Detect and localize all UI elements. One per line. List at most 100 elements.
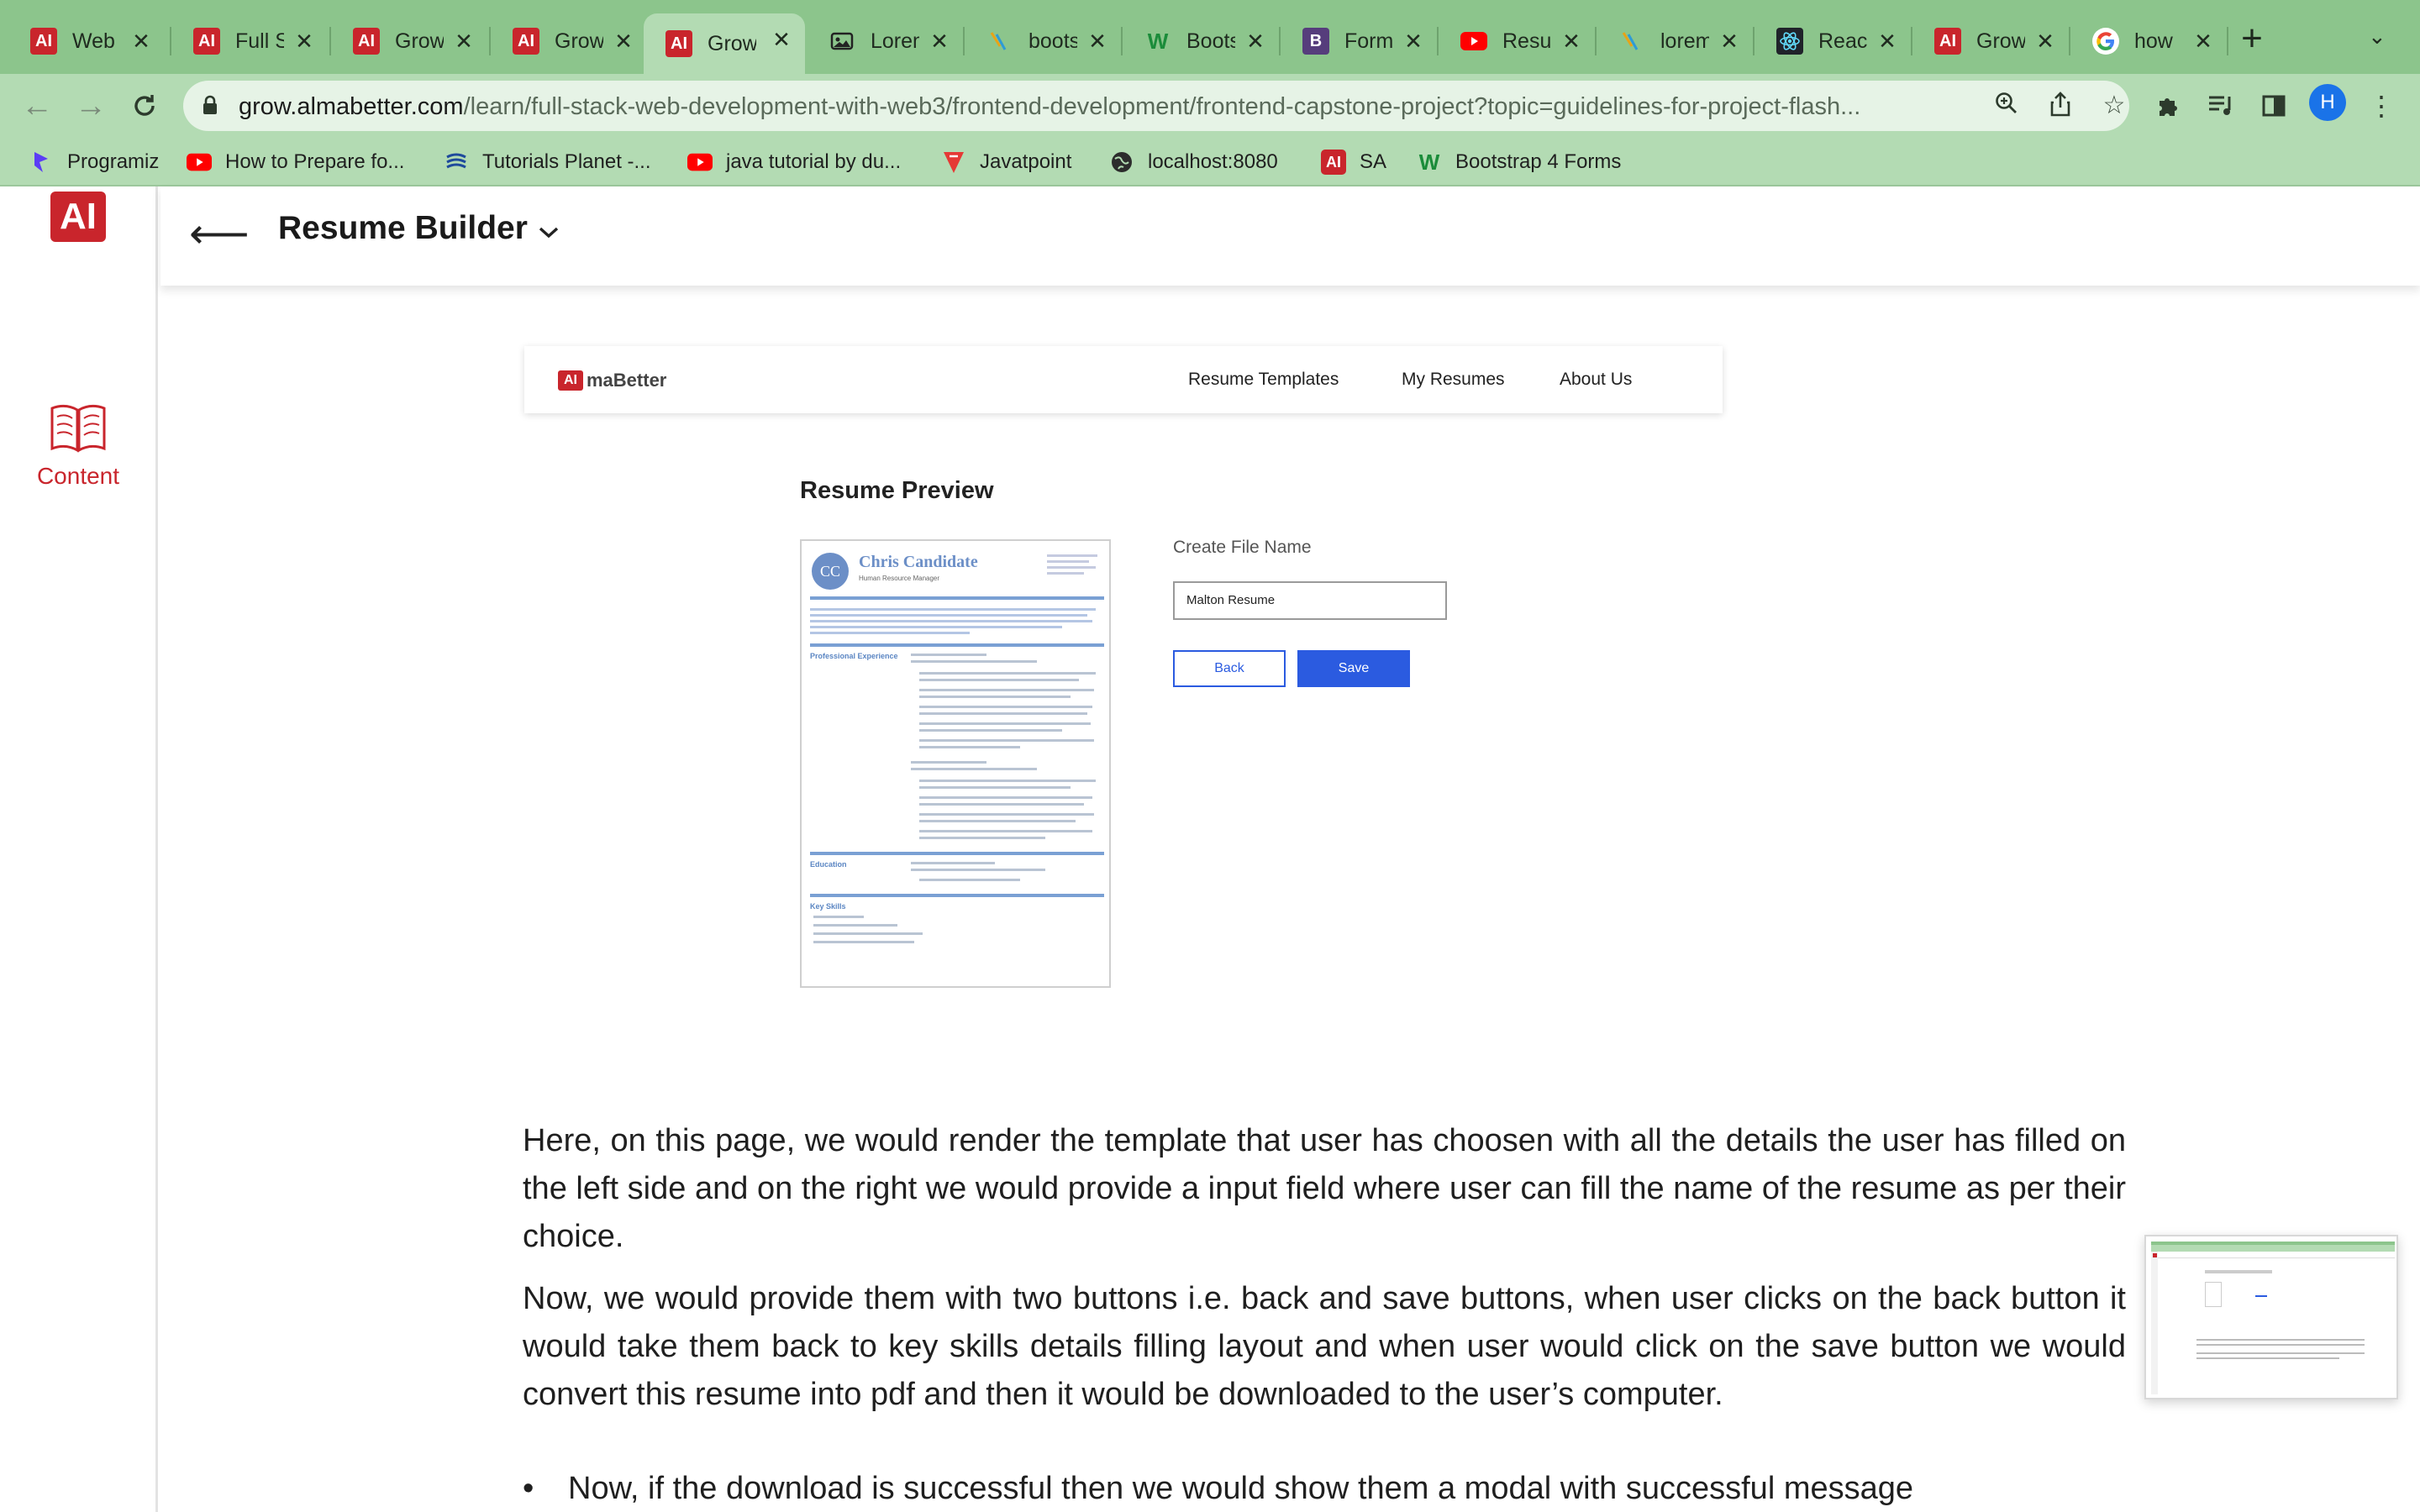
close-icon[interactable]: ✕ xyxy=(1874,28,1901,55)
browser-tab[interactable]: W Boots ✕ xyxy=(1123,15,1279,67)
browser-tab[interactable]: AI Full S ✕ xyxy=(171,15,328,67)
forward-arrow-icon[interactable]: → xyxy=(69,84,113,128)
kebab-menu-icon[interactable]: ⋮ xyxy=(2361,86,2402,126)
tab-search-chevron-icon[interactable]: ⌄ xyxy=(2368,24,2386,50)
browser-tab[interactable]: AI Grow ✕ xyxy=(331,15,487,67)
lock-icon xyxy=(202,94,218,116)
tab-title: Grow xyxy=(1976,29,2025,53)
share-icon[interactable] xyxy=(2045,91,2075,121)
close-icon[interactable]: ✕ xyxy=(1558,28,1585,55)
resume-name: Chris Candidate xyxy=(859,553,978,571)
close-icon[interactable]: ✕ xyxy=(291,28,318,55)
browser-tab[interactable]: Resu ✕ xyxy=(1439,15,1595,67)
close-icon[interactable]: ✕ xyxy=(1400,28,1427,55)
zoom-icon[interactable] xyxy=(1991,91,2022,121)
back-button[interactable]: Back xyxy=(1173,650,1286,687)
bookmarks-bar: Programiz How to Prepare fo... Tutorials… xyxy=(0,138,2420,186)
bookmark-label: localhost:8080 xyxy=(1148,150,1278,173)
nav-link-about-us: About Us xyxy=(1560,370,1633,389)
bookmark-item[interactable]: AI SA xyxy=(1321,146,1386,178)
browser-tab-active[interactable]: AI Grow ✕ xyxy=(644,13,805,74)
list-item-text: Now, if the download is successful then … xyxy=(568,1471,1914,1506)
logo-word: maBetter xyxy=(587,370,667,391)
almabetter-icon: AI xyxy=(193,28,220,55)
browser-tab[interactable]: lorem ✕ xyxy=(1597,15,1753,67)
react-icon xyxy=(1776,28,1803,55)
close-icon[interactable]: ✕ xyxy=(926,28,953,55)
browser-tab[interactable]: Lorem ✕ xyxy=(807,15,963,67)
close-icon[interactable]: ✕ xyxy=(1084,28,1111,55)
new-tab-icon[interactable]: + xyxy=(2235,20,2269,57)
tab-divider xyxy=(2227,27,2228,55)
browser-toolbar: ← → grow.almabetter.com/learn/full-stack… xyxy=(0,74,2420,138)
close-icon[interactable]: ✕ xyxy=(1242,28,1269,55)
bullet-icon: • xyxy=(523,1471,534,1506)
page-header: ⟵ Resume Builder xyxy=(160,186,2420,286)
extensions-puzzle-icon[interactable] xyxy=(2148,86,2188,126)
tab-strip: AI Web ✕ AI Full S ✕ AI Grow ✕ AI Grow ✕… xyxy=(0,0,2420,74)
tab-title: Lorem xyxy=(871,29,919,53)
close-icon[interactable]: ✕ xyxy=(128,28,155,55)
save-button[interactable]: Save xyxy=(1297,650,1410,687)
almabetter-icon: AI xyxy=(353,28,380,55)
resume-thumbnail: CC Chris Candidate Human Resource Manage… xyxy=(800,539,1111,988)
rail-item-content[interactable]: Content xyxy=(25,402,131,490)
browser-tab[interactable]: how ✕ xyxy=(2070,15,2227,67)
bookmark-star-icon[interactable]: ☆ xyxy=(2099,91,2129,121)
close-icon[interactable]: ✕ xyxy=(610,28,637,55)
bookmark-label: How to Prepare fo... xyxy=(225,150,405,173)
file-name-input[interactable]: Malton Resume xyxy=(1173,581,1447,620)
close-icon[interactable]: ✕ xyxy=(1716,28,1743,55)
bookmark-label: Tutorials Planet -... xyxy=(482,150,651,173)
globe-icon xyxy=(1109,150,1134,175)
browser-tab[interactable]: B Form ✕ xyxy=(1281,15,1437,67)
bookmark-label: java tutorial by du... xyxy=(726,150,902,173)
youtube-icon xyxy=(187,150,212,175)
browser-tab[interactable]: AI Grow ✕ xyxy=(491,15,647,67)
tab-title: Resu xyxy=(1502,29,1551,53)
browser-tab[interactable]: AI Grow ✕ xyxy=(1912,15,2069,67)
bookmark-item[interactable]: Tutorials Planet -... xyxy=(444,146,651,178)
resume-rule xyxy=(810,894,1104,897)
create-file-name-label: Create File Name xyxy=(1173,538,1312,557)
tab-title: Reac xyxy=(1818,29,1867,53)
tab-title: boots xyxy=(1028,29,1077,53)
tab-title: Web xyxy=(72,29,115,53)
resume-rule xyxy=(810,852,1104,855)
page-preview-thumbnail[interactable] xyxy=(2144,1235,2398,1399)
browser-tab[interactable]: boots ✕ xyxy=(965,15,1121,67)
close-icon[interactable]: ✕ xyxy=(450,28,477,55)
bookmark-item[interactable]: Javatpoint xyxy=(941,146,1071,178)
tab-title: lorem xyxy=(1660,29,1709,53)
bookmark-item[interactable]: java tutorial by du... xyxy=(687,146,901,178)
profile-avatar[interactable]: H xyxy=(2309,84,2346,121)
almabetter-icon: AI xyxy=(30,28,57,55)
tutorials-planet-icon xyxy=(444,150,469,175)
bookmark-item[interactable]: How to Prepare fo... xyxy=(187,146,404,178)
back-arrow-icon[interactable]: ← xyxy=(15,84,59,128)
sparkle-icon xyxy=(986,28,1013,55)
bookmark-item[interactable]: Programiz xyxy=(29,146,159,178)
left-rail xyxy=(0,186,158,1512)
media-control-icon[interactable] xyxy=(2202,86,2242,126)
screenshot-navbar: AI maBetter Resume Templates My Resumes … xyxy=(524,346,1723,413)
browser-tab[interactable]: AI Web ✕ xyxy=(8,15,165,67)
side-panel-icon[interactable] xyxy=(2254,86,2294,126)
address-bar[interactable]: grow.almabetter.com/learn/full-stack-web… xyxy=(183,81,2129,131)
bookmark-item[interactable]: localhost:8080 xyxy=(1109,146,1278,178)
nav-link-resume-templates: Resume Templates xyxy=(1188,370,1339,389)
chevron-down-icon[interactable] xyxy=(532,215,566,249)
reload-icon[interactable] xyxy=(123,84,166,128)
tab-title: Grow xyxy=(708,31,756,55)
resume-section-skills: Key Skills xyxy=(810,902,846,911)
browser-tab[interactable]: Reac ✕ xyxy=(1754,15,1911,67)
resume-preview-heading: Resume Preview xyxy=(800,477,994,504)
resume-initials: CC xyxy=(812,553,849,590)
close-icon[interactable]: ✕ xyxy=(768,26,795,53)
back-arrow-icon[interactable]: ⟵ xyxy=(189,210,250,260)
almabetter-logo[interactable]: AI xyxy=(50,192,106,242)
close-icon[interactable]: ✕ xyxy=(2032,28,2059,55)
bookmark-item[interactable]: W Bootstrap 4 Forms xyxy=(1417,146,1622,178)
close-icon[interactable]: ✕ xyxy=(2190,28,2217,55)
tab-title: Grow xyxy=(395,29,444,53)
